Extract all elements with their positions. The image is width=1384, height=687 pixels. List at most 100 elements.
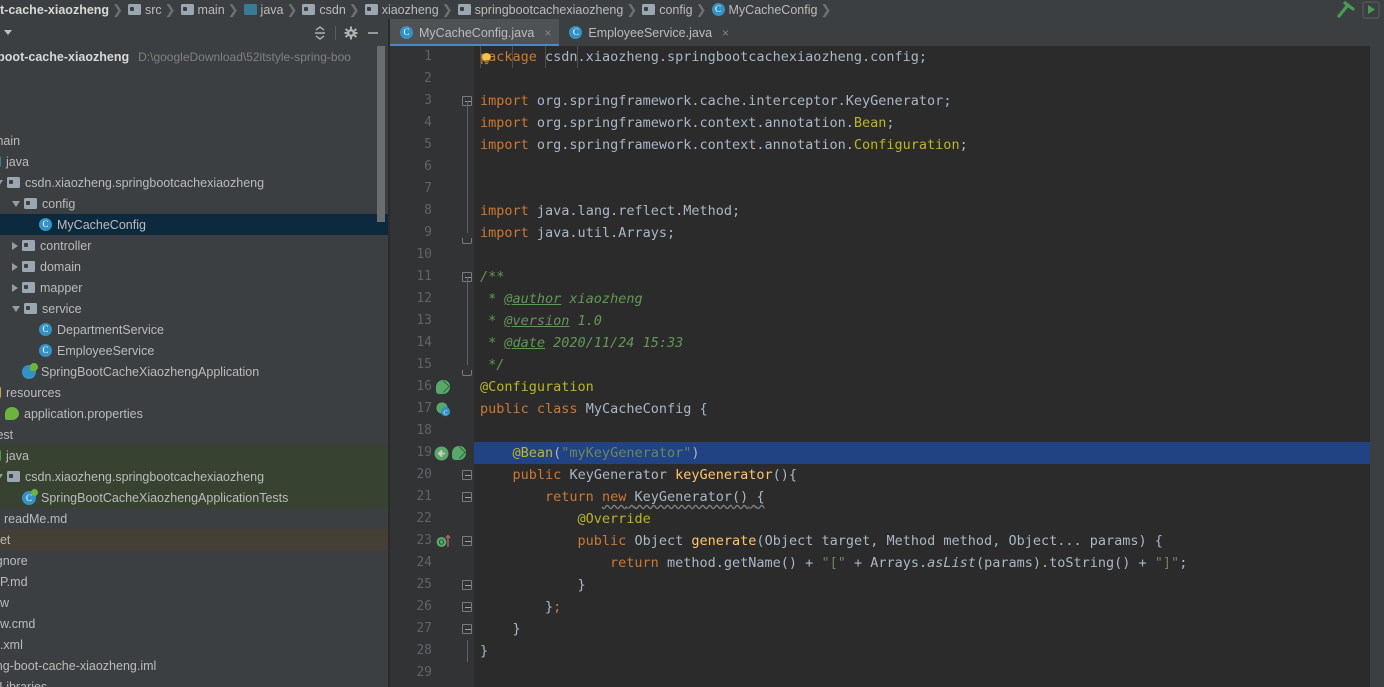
tree-item[interactable] [0, 109, 390, 130]
gutter-line[interactable]: 18 [390, 420, 474, 442]
code-line[interactable] [474, 662, 1370, 684]
tree-item[interactable]: java [0, 151, 390, 172]
gutter-line[interactable]: 25 [390, 574, 474, 596]
tree-item[interactable]: C MyCacheConfig [0, 214, 390, 235]
code-line[interactable]: package csdn.xiaozheng.springbootcachexi… [474, 46, 1370, 68]
code-line[interactable]: * @author xiaozheng [474, 288, 1370, 310]
project-dropdown-button[interactable] [0, 19, 16, 46]
code-line[interactable]: return method.getName() + "[" + Arrays.a… [474, 46, 1370, 574]
tree-item[interactable]: config [0, 193, 390, 214]
tree-item[interactable]: csdn.xiaozheng.springbootcachexiaozheng [0, 172, 390, 193]
chevron-down-icon[interactable] [0, 473, 3, 480]
collapse-all-button[interactable] [309, 22, 331, 44]
tree-item[interactable]: a [0, 67, 390, 88]
gutter-line[interactable]: 1 [390, 46, 474, 68]
code-line[interactable]: } [474, 46, 1370, 596]
code-line[interactable]: } [474, 46, 1370, 640]
project-tree-scrollbar[interactable] [376, 46, 386, 687]
chevron-right-icon[interactable] [12, 241, 18, 250]
chevron-right-icon[interactable] [12, 262, 18, 271]
code-line[interactable]: * @version 1.0 [474, 310, 1370, 332]
gutter-line[interactable]: 27 [390, 618, 474, 640]
build-hammer-icon[interactable] [1334, 0, 1358, 19]
close-icon[interactable]: × [544, 26, 551, 40]
code-line[interactable]: public KeyGenerator keyGenerator(){ [474, 46, 1370, 486]
tree-item[interactable]: main [0, 130, 390, 151]
intention-bulb-icon[interactable] [480, 50, 493, 65]
fold-marker[interactable] [462, 464, 473, 486]
code-line[interactable]: */ [474, 354, 1370, 376]
code-line[interactable]: public Object generate(Object target, Me… [474, 46, 1370, 552]
tree-item[interactable]: java [0, 445, 390, 466]
breadcrumb-item-project[interactable]: t-cache-xiaozheng [0, 0, 111, 19]
tree-item[interactable]: LP.md [0, 571, 390, 592]
breadcrumb-item-java[interactable]: java [240, 0, 286, 19]
chevron-down-icon[interactable] [12, 200, 20, 207]
fold-marker[interactable] [462, 618, 473, 640]
tree-item[interactable]: service [0, 298, 390, 319]
tree-item[interactable]: n [0, 88, 390, 109]
code-line[interactable]: import java.util.Arrays; [474, 222, 1370, 244]
gutter-line[interactable]: 23 O [390, 530, 474, 552]
error-stripe[interactable] [1370, 46, 1384, 687]
tree-item[interactable]: C EmployeeService [0, 340, 390, 361]
gutter-line[interactable]: 13 [390, 310, 474, 332]
breadcrumb-item-src[interactable]: src [124, 0, 164, 19]
gutter-line[interactable]: 5 [390, 134, 474, 156]
tree-item[interactable]: ignore [0, 550, 390, 571]
breadcrumb-item-mycacheconfig[interactable]: C MyCacheConfig [708, 0, 820, 19]
fold-marker[interactable] [462, 486, 473, 508]
tree-item[interactable]: csdn.xiaozheng.springbootcachexiaozheng [0, 466, 390, 487]
gutter-line[interactable]: 6 [390, 156, 474, 178]
code-line[interactable] [474, 68, 1370, 90]
tree-item[interactable]: nw [0, 592, 390, 613]
fold-marker[interactable] [462, 90, 473, 112]
tree-item[interactable]: controller [0, 235, 390, 256]
code-line[interactable]: return new KeyGenerator() { [474, 46, 1370, 508]
spring-config-class-icon[interactable]: C [436, 402, 451, 422]
scrollbar-thumb[interactable] [377, 46, 385, 222]
gutter-line[interactable]: 20 [390, 464, 474, 486]
tree-item[interactable]: mapper [0, 277, 390, 298]
breadcrumb-item-config[interactable]: config [638, 0, 694, 19]
chevron-down-icon[interactable] [12, 305, 20, 312]
code-line[interactable] [474, 156, 1370, 178]
code-line[interactable]: }; [474, 46, 1370, 618]
code-line[interactable]: import org.springframework.cache.interce… [474, 90, 1370, 112]
gutter-line[interactable]: 8 [390, 200, 474, 222]
code-line[interactable] [474, 244, 1370, 266]
fold-marker[interactable] [462, 222, 473, 244]
code-line[interactable]: * @date 2020/11/24 15:33 [474, 332, 1370, 354]
tree-item[interactable]: ing-boot-cache-xiaozheng.iml [0, 655, 390, 676]
breadcrumb-item-springbootcachexiaozheng[interactable]: springbootcachexiaozheng [454, 0, 626, 19]
code-line[interactable]: @Configuration [474, 376, 1370, 398]
code-content[interactable]: package csdn.xiaozheng.springbootcachexi… [474, 46, 1370, 687]
tree-item[interactable]: n.xml [0, 634, 390, 655]
gutter-line[interactable]: 11 [390, 266, 474, 288]
spring-bean-navigate-icon[interactable] [434, 446, 449, 466]
tree-item[interactable]: domain [0, 256, 390, 277]
gutter-line[interactable]: 26 [390, 596, 474, 618]
project-tree[interactable]: -boot-cache-xiaozheng D:\googleDownload\5… [0, 46, 390, 687]
chevron-right-icon[interactable] [12, 283, 18, 292]
gutter-line[interactable]: 24 [390, 552, 474, 574]
gutter-line[interactable]: 15 [390, 354, 474, 376]
code-line[interactable]: @Override [474, 46, 1370, 530]
gutter-line[interactable]: 3 [390, 90, 474, 112]
gutter-line[interactable]: 2 [390, 68, 474, 90]
close-icon[interactable]: × [722, 26, 729, 40]
gutter-line[interactable]: 17 C [390, 398, 474, 420]
gutter-line[interactable]: 21 [390, 486, 474, 508]
code-line[interactable] [474, 420, 1370, 442]
gutter-line[interactable]: 22 [390, 508, 474, 530]
tab-mycacheconfig[interactable]: C MyCacheConfig.java × [390, 19, 560, 46]
fold-marker[interactable] [462, 596, 473, 618]
editor-gutter[interactable]: 1 2 3 4 5 6 7 8 9 10 11 12 13 14 15 16 17 C 18 19 20 21 22 23 O 2… [390, 46, 474, 687]
tree-item[interactable]: resources [0, 382, 390, 403]
gutter-line[interactable]: 12 [390, 288, 474, 310]
code-line[interactable]: import org.springframework.context.annot… [474, 112, 1370, 134]
spring-bean-icon[interactable] [452, 446, 466, 465]
tree-item[interactable]: test [0, 424, 390, 445]
code-line[interactable]: import java.lang.reflect.Method; [474, 200, 1370, 222]
code-editor[interactable]: 1 2 3 4 5 6 7 8 9 10 11 12 13 14 15 16 17 C 18 19 20 21 22 23 O 2… [390, 46, 1384, 687]
